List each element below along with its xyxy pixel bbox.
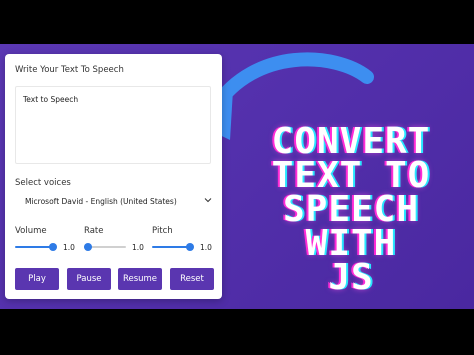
reset-button[interactable]: Reset — [170, 268, 214, 290]
slider-thumb[interactable] — [186, 243, 194, 251]
resume-button[interactable]: Resume — [118, 268, 162, 290]
voice-select-value: Microsoft David - English (United States… — [25, 196, 177, 206]
slider-thumb[interactable] — [84, 243, 93, 251]
pitch-value: 1.0 — [200, 243, 212, 252]
slider-track — [88, 246, 126, 248]
slider-fill — [15, 246, 53, 248]
slider-thumb[interactable] — [49, 243, 57, 251]
textarea-label: Write Your Text To Speech — [15, 65, 124, 75]
speech-textarea[interactable]: Text to Speech — [15, 86, 211, 164]
chevron-down-icon — [204, 198, 212, 203]
play-button[interactable]: Play — [15, 268, 59, 290]
pause-button[interactable]: Pause — [67, 268, 111, 290]
thumbnail-stage: Write Your Text To Speech Text to Speech… — [0, 44, 474, 309]
volume-slider[interactable] — [15, 242, 57, 252]
volume-value: 1.0 — [63, 243, 75, 252]
slider-fill — [152, 246, 190, 248]
pitch-label: Pitch — [152, 226, 173, 236]
tts-form-card: Write Your Text To Speech Text to Speech… — [5, 54, 222, 299]
voice-select[interactable]: Microsoft David - English (United States… — [15, 192, 214, 210]
pitch-slider[interactable] — [152, 242, 194, 252]
rate-value: 1.0 — [132, 243, 144, 252]
voices-label: Select voices — [15, 178, 71, 188]
rate-label: Rate — [84, 226, 104, 236]
headline-line-5: JS — [328, 257, 374, 298]
rate-slider[interactable] — [84, 242, 126, 252]
volume-label: Volume — [15, 226, 47, 236]
